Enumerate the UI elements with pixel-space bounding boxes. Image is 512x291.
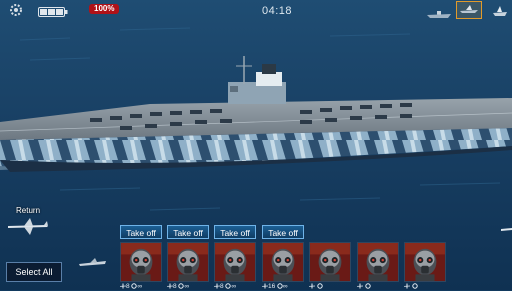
plane-count: 16 [268, 283, 276, 290]
return-label: Return [16, 206, 41, 215]
select-all-button[interactable]: Select All [6, 262, 62, 282]
pilot-portrait[interactable] [167, 242, 209, 282]
takeoff-button[interactable]: Take off [120, 225, 162, 239]
battery-icon [38, 7, 68, 17]
pilot-portrait[interactable] [120, 242, 162, 282]
plane-count: 8 [173, 283, 177, 290]
pilot-portrait[interactable] [357, 242, 399, 282]
aircraft-view-icon [460, 5, 478, 13]
return-button[interactable]: Return [6, 204, 50, 236]
gear-icon [10, 4, 22, 16]
takeoff-button[interactable]: Take off [262, 225, 304, 239]
ring-icon [317, 283, 323, 289]
battery-indicator [38, 4, 68, 17]
reserve-count: ∞ [184, 283, 190, 290]
pilot-portrait[interactable] [214, 242, 256, 282]
plane-count: 8 [220, 283, 224, 290]
pilot-portrait[interactable] [404, 242, 446, 282]
plane-count-icon [357, 283, 363, 289]
takeoff-button[interactable]: Take off [214, 225, 256, 239]
squadron-slot[interactable]: Take off 8 ∞ [120, 225, 162, 290]
plane-count: 8 [126, 283, 130, 290]
ship-icon[interactable] [426, 6, 452, 18]
plane-count-icon [309, 283, 315, 289]
reserve-count: ∞ [283, 283, 288, 290]
settings-button[interactable] [8, 2, 24, 18]
drone-icon [79, 258, 106, 266]
pilot-portrait[interactable] [309, 242, 351, 282]
reserve-count: ∞ [231, 283, 237, 290]
plane-icon [8, 218, 48, 235]
plane-count-icon [404, 283, 410, 289]
ring-icon [412, 283, 418, 289]
health-badge: 100% [89, 4, 120, 14]
view-toggle-button[interactable] [456, 1, 482, 19]
match-timer: 04:18 [262, 5, 293, 17]
ring-icon [365, 283, 371, 289]
takeoff-button[interactable]: Take off [167, 225, 209, 239]
plane-icon [501, 228, 512, 231]
fleet-icon[interactable] [492, 3, 508, 17]
pilot-portrait[interactable] [262, 242, 304, 282]
squadron-slot[interactable]: Take off 16 ∞ [262, 225, 304, 290]
reserve-count: ∞ [137, 283, 143, 290]
squadron-slot[interactable]: Take off 8 ∞ [214, 225, 256, 290]
squadron-slot[interactable]: Take off 8 ∞ [167, 225, 209, 290]
